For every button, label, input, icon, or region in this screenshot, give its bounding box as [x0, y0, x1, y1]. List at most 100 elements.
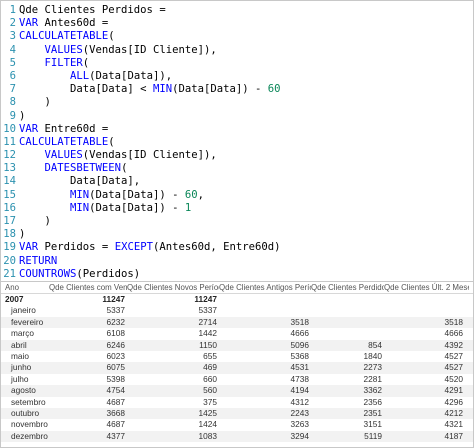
code-token: Perdidos: [44, 241, 96, 254]
column-header[interactable]: Qde Clientes Perdidos: [311, 282, 384, 293]
table-cell: 3518: [290, 316, 309, 327]
code-line[interactable]: 10 VAR Entre60d =: [1, 123, 473, 136]
table-row: julho 5398 660 4738 2281 4520: [1, 374, 473, 385]
row-label: abril: [11, 339, 27, 350]
code-line[interactable]: 12 VALUES(Vendas[ID Cliente]),: [1, 149, 473, 162]
line-number: 13: [3, 162, 16, 175]
code-token: MIN: [70, 201, 90, 214]
table-cell: 4377: [106, 430, 125, 441]
code-token: (Vendas[ID Cliente]),: [82, 149, 217, 162]
code-text: CALCULATETABLE(: [19, 30, 115, 43]
column-header[interactable]: Qde Clientes Últ. 2 Meses: [384, 282, 469, 293]
code-line[interactable]: 3 CALCULATETABLE(: [1, 30, 473, 43]
table-cell: 375: [203, 396, 217, 407]
table-cell: 6075: [106, 362, 125, 373]
line-number: 6: [9, 69, 16, 82]
code-line[interactable]: 8 ): [1, 96, 473, 109]
code-line[interactable]: 20 RETURN: [1, 255, 473, 268]
code-line[interactable]: 21 COUNTROWS(Perdidos): [1, 268, 473, 281]
code-token: Data[Data] <: [19, 83, 153, 96]
code-line[interactable]: 4 VALUES(Vendas[ID Cliente]),: [1, 44, 473, 57]
row-label[interactable]: 2007: [1, 294, 49, 305]
table-cell: 3263: [290, 419, 309, 430]
code-text: ): [19, 110, 25, 123]
code-token: 60: [184, 188, 198, 201]
code-token: ): [19, 96, 51, 109]
code-line[interactable]: 11 CALCULATETABLE(: [1, 136, 473, 149]
line-number: 4: [9, 43, 16, 56]
column-header[interactable]: Ano: [1, 282, 49, 293]
table-cell: 6232: [106, 316, 125, 327]
code-line[interactable]: 2 VAR Antes60d =: [1, 17, 473, 30]
table-cell: 5337: [106, 305, 125, 316]
code-text: ALL(Data[Data]),: [19, 70, 172, 83]
code-line[interactable]: 9): [1, 110, 473, 123]
line-number: 21: [3, 267, 16, 280]
table-cell: 4321: [444, 419, 463, 430]
code-line[interactable]: 6 ALL(Data[Data]),: [1, 70, 473, 83]
row-label: agosto: [11, 385, 36, 396]
code-line[interactable]: 14 Data[Data],: [1, 175, 473, 188]
code-text: FILTER(: [19, 56, 90, 70]
table-row: abril 6246 1150 5096 854 4392: [1, 339, 473, 351]
code-text: VAR Entre60d =: [19, 123, 108, 136]
table-cell: 5096: [290, 339, 309, 350]
table-cell: 3294: [290, 430, 309, 441]
code-line[interactable]: 7 Data[Data] < MIN(Data[Data]) - 60: [1, 83, 473, 96]
row-label: dezembro: [11, 430, 48, 441]
row-label: outubro: [11, 407, 40, 418]
table-cell: 4687: [106, 396, 125, 407]
code-line[interactable]: 18): [1, 228, 473, 241]
table-cell: 11247: [194, 294, 217, 304]
row-label: maio: [11, 350, 29, 361]
line-number: 7: [9, 83, 16, 96]
code-line[interactable]: 17 ): [1, 215, 473, 228]
line-number: 19: [3, 241, 16, 254]
table-cell: 4754: [106, 385, 125, 396]
table-cell: [219, 294, 311, 305]
code-line[interactable]: 16 MIN(Data[Data]) - 1: [1, 202, 473, 215]
code-text: VALUES(Vendas[ID Cliente]),: [19, 44, 217, 57]
column-header[interactable]: Qde Clientes Antigos Período: [219, 282, 311, 293]
dax-formula-editor[interactable]: 1 Qde Clientes Perdidos = 2 VAR Antes60d = 3…: [0, 0, 474, 282]
code-token: (Vendas[ID Cliente]),: [82, 43, 217, 56]
code-token: Data[Data],: [19, 175, 141, 188]
table-cell: 6023: [106, 350, 125, 361]
table-row: junho 6075 469 4531 2273 4527: [1, 362, 473, 374]
table-cell: [384, 294, 469, 305]
code-token: VAR: [19, 241, 45, 254]
code-text: RETURN: [19, 255, 57, 268]
table-cell: 4194: [290, 385, 309, 396]
table-cell: 2281: [363, 373, 382, 384]
code-token: MIN: [152, 83, 173, 96]
code-token: (: [108, 30, 115, 43]
table-cell: 655: [203, 350, 217, 361]
table-row: setembro 4687 375 4312 2356 4296: [1, 397, 473, 408]
line-number: 11: [3, 135, 16, 148]
table-cell: 2714: [198, 316, 217, 327]
table-row: dezembro 4377 1083 3294 5119 4187: [1, 430, 473, 443]
table-cell: 1424: [198, 419, 217, 430]
table-cell: 2356: [363, 396, 382, 407]
code-line[interactable]: 13 DATESBETWEEN(: [1, 162, 473, 175]
table-cell: 2351: [363, 407, 382, 418]
code-token: (Data[Data]),: [89, 69, 173, 82]
table-row: outubro 3668 1425 2243 2351 4212: [1, 407, 473, 420]
code-line[interactable]: 5 FILTER(: [1, 57, 473, 70]
table-cell: 4666: [290, 328, 309, 339]
code-token: (Perdidos): [76, 267, 141, 280]
code-token: (: [82, 56, 90, 69]
column-header[interactable]: Qde Clientes com Venda: [49, 282, 127, 293]
code-text: VALUES(Vendas[ID Cliente]),: [19, 149, 217, 162]
code-line[interactable]: 15 MIN(Data[Data]) - 60,: [1, 189, 473, 202]
code-line[interactable]: 1 Qde Clientes Perdidos =: [1, 4, 473, 17]
table-cell: 5337: [198, 305, 217, 316]
code-line[interactable]: 19 VAR Perdidos = EXCEPT(Antes60d, Entre6…: [1, 241, 473, 254]
column-header[interactable]: Qde Clientes Novos Período: [127, 282, 219, 293]
results-table: AnoQde Clientes com VendaQde Clientes No…: [0, 282, 474, 448]
line-number: 1: [9, 4, 16, 16]
table-cell: 1425: [198, 407, 217, 418]
row-label: fevereiro: [11, 316, 44, 327]
table-row-year: 2007 11247 11247: [1, 294, 473, 306]
code-token: 1: [184, 201, 192, 214]
